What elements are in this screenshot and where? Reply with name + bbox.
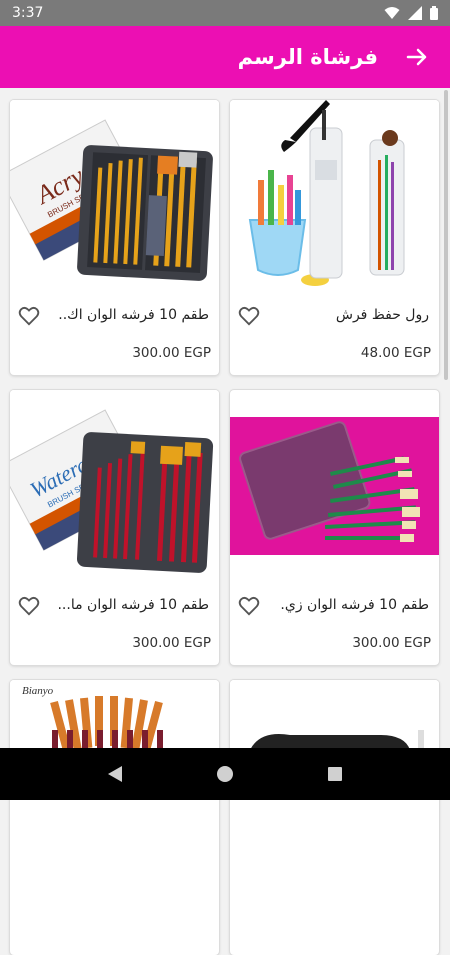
status-time: 3:37 bbox=[12, 5, 44, 21]
product-name: طقم 10 فرشه الوان ما... bbox=[59, 597, 209, 613]
product-price: 48.00 EGP bbox=[360, 345, 431, 361]
page-title: فرشاة الرسم bbox=[237, 45, 378, 69]
favorite-heart-icon[interactable] bbox=[18, 596, 40, 616]
back-triangle-icon bbox=[108, 766, 122, 782]
app-bar: فرشاة الرسم bbox=[0, 26, 450, 88]
nav-back-button[interactable] bbox=[105, 764, 125, 784]
product-card[interactable]: Waterc BRUSH SET طقم 10 فرشه الوان ما... bbox=[10, 390, 219, 665]
battery-icon bbox=[430, 6, 438, 20]
product-name: طقم 10 فرشه الوان اك... bbox=[59, 307, 209, 323]
nav-recents-button[interactable] bbox=[325, 764, 345, 784]
product-image: Waterc BRUSH SET bbox=[10, 390, 219, 585]
wifi-icon bbox=[384, 7, 400, 19]
nav-home-button[interactable] bbox=[215, 764, 235, 784]
scrollbar[interactable] bbox=[444, 90, 448, 380]
product-name: طقم 10 فرشه الوان زي... bbox=[279, 597, 429, 613]
product-image: Acry BRUSH SET bbox=[10, 100, 219, 295]
product-price: 300.00 EGP bbox=[132, 635, 211, 651]
favorite-heart-icon[interactable] bbox=[18, 306, 40, 326]
brand-logo-text: Bianyo bbox=[22, 685, 54, 697]
product-card[interactable]: طقم 10 فرشه الوان زي... 300.00 EGP bbox=[230, 390, 439, 665]
favorite-heart-icon[interactable] bbox=[238, 306, 260, 326]
status-bar: 3:37 bbox=[0, 0, 450, 26]
product-price: 300.00 EGP bbox=[352, 635, 431, 651]
favorite-heart-icon[interactable] bbox=[238, 596, 260, 616]
home-circle-icon bbox=[217, 766, 233, 782]
recents-square-icon bbox=[328, 767, 342, 781]
signal-icon bbox=[408, 6, 422, 20]
product-image bbox=[230, 100, 439, 295]
product-name: رول حفظ فرش bbox=[335, 307, 429, 323]
product-card[interactable]: Acry BRUSH SET طقم 10 فرشه الوان اك... 3… bbox=[10, 100, 219, 375]
product-card[interactable] bbox=[230, 680, 439, 955]
product-price: 300.00 EGP bbox=[132, 345, 211, 361]
product-card[interactable]: Bianyo bbox=[10, 680, 219, 955]
back-arrow-icon[interactable] bbox=[406, 47, 428, 67]
product-card[interactable]: رول حفظ فرش 48.00 EGP bbox=[230, 100, 439, 375]
product-image bbox=[230, 417, 439, 555]
system-nav-bar bbox=[0, 748, 450, 800]
